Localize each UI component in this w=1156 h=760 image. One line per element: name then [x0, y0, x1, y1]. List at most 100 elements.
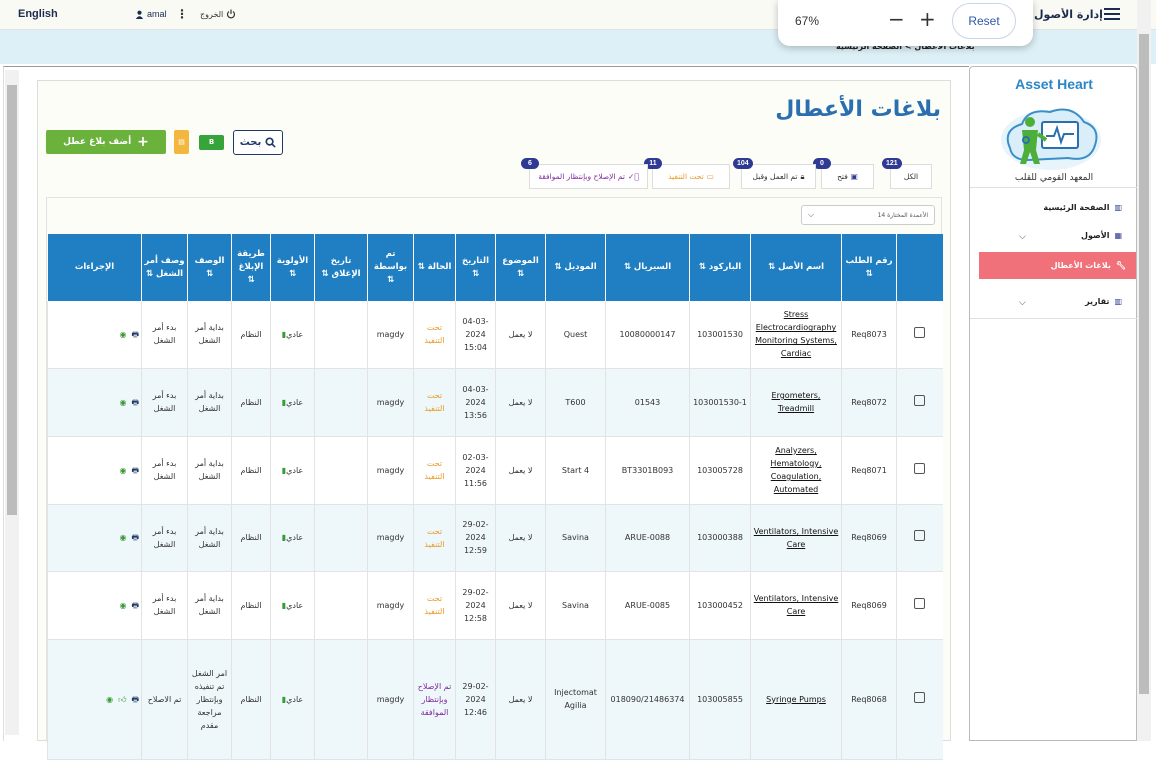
cell-close-date: [314, 436, 368, 505]
col-status[interactable]: الحالة ⇅: [413, 234, 456, 301]
cell-priority: عادي▮: [270, 368, 315, 437]
view-eye-icon[interactable]: ◉: [119, 396, 126, 409]
filter-done-label: تم العمل وقبل: [752, 172, 798, 181]
col-model[interactable]: الموديل ⇅: [545, 234, 606, 301]
cell-work-order-desc: تم الاصلاح: [141, 639, 188, 760]
language-toggle[interactable]: English: [18, 8, 58, 20]
table-row: Req8073 Stress Electrocardiography Monit…: [47, 301, 943, 369]
col-asset-name[interactable]: اسم الأصل ⇅: [750, 234, 842, 301]
search-icon: [265, 137, 276, 148]
cell-barcode: 103001530: [689, 301, 751, 369]
sidebar-item-label: الصفحة الرئيسية: [1043, 203, 1110, 212]
filter-done-accepted[interactable]: 104 تم العمل وقبل 🔒︎: [733, 158, 816, 189]
filter-all[interactable]: 121 الكل: [882, 158, 932, 189]
institute-name: المعهد القومي للقلب: [1014, 173, 1094, 183]
table-row: Req8068 Syringe Pumps 103005855 018090/2…: [47, 639, 943, 760]
export-pdf-button[interactable]: ▤: [174, 130, 189, 154]
col-subject[interactable]: الموضوع ⇅: [495, 234, 546, 301]
cell-subject: لا يعمل: [495, 436, 546, 505]
cell-created-by: magdy: [367, 436, 414, 505]
search-button[interactable]: بحث: [233, 130, 283, 155]
row-checkbox[interactable]: [896, 368, 943, 437]
filter-in-progress[interactable]: 11 تحت التنفيذ ▭: [644, 158, 730, 189]
cell-asset-link[interactable]: Analyzers, Hematology, Coagulation, Auto…: [750, 436, 842, 505]
chevron-down-icon[interactable]: ⌵: [1019, 298, 1026, 308]
view-eye-icon[interactable]: ◉: [106, 693, 113, 706]
brand-name: Asset Heart: [1015, 76, 1093, 92]
sidebar-item-assets[interactable]: الأصول ▦: [1081, 231, 1122, 240]
cell-asset-link[interactable]: Ventilators, Intensive Care: [750, 571, 842, 640]
approve-thumb-icon[interactable]: 👍︎: [118, 693, 126, 706]
col-description[interactable]: الوصف ⇅: [187, 234, 232, 301]
asset-heart-logo: [1001, 108, 1101, 170]
col-close-date[interactable]: تاريخ الإغلاق ⇅: [314, 234, 368, 301]
cell-priority: عادي▮: [270, 436, 315, 505]
filter-open-label: فتح: [837, 172, 848, 181]
print-icon[interactable]: 🖶︎: [131, 531, 139, 544]
row-checkbox[interactable]: [896, 639, 943, 760]
page-scrollbar[interactable]: [1137, 0, 1151, 741]
zoom-reset-button[interactable]: Reset: [952, 3, 1016, 39]
col-priority[interactable]: الأولوية ⇅: [270, 234, 315, 301]
view-eye-icon[interactable]: ◉: [119, 531, 126, 544]
cell-work-order-desc: بدء أمر الشغل: [141, 504, 188, 572]
cell-date: 29-02-2024 12:58: [455, 571, 496, 640]
sidebar-item-reports[interactable]: تقارير ▥: [1085, 297, 1122, 306]
view-eye-icon[interactable]: ◉: [119, 328, 126, 341]
zoom-out-button[interactable]: −: [888, 9, 905, 29]
row-checkbox[interactable]: [896, 571, 943, 640]
col-created-by[interactable]: تم بواسطة ⇅: [367, 234, 414, 301]
cell-report-method: النظام: [231, 436, 271, 505]
user-menu[interactable]: amal: [135, 9, 167, 19]
print-icon[interactable]: 🖶︎: [131, 599, 139, 612]
cell-status: تحت التنفيذ: [413, 368, 456, 437]
cell-asset-link[interactable]: Syringe Pumps: [750, 639, 842, 760]
cell-model: Injectomat Agilia: [545, 639, 606, 760]
page-scrollbar-thumb[interactable]: [1139, 34, 1149, 694]
cell-actions: 🖶︎ ◉: [47, 368, 142, 437]
export-excel-button[interactable]: B: [199, 135, 224, 150]
cell-asset-link[interactable]: Ergometers, Treadmill: [750, 368, 842, 437]
building-icon: ▦: [1114, 231, 1122, 240]
more-vert-icon[interactable]: ⋮: [176, 7, 188, 21]
print-icon[interactable]: 🖶︎: [131, 693, 139, 706]
column-selector[interactable]: ⌵ 14 الأعمدة المختارة: [801, 205, 935, 225]
table-container: ⌵ 14 الأعمدة المختارة رقم الطلب ⇅ اسم ال…: [46, 197, 943, 760]
col-request-no[interactable]: رقم الطلب ⇅: [841, 234, 897, 301]
view-eye-icon[interactable]: ◉: [119, 464, 126, 477]
user-name: amal: [147, 9, 167, 19]
sidebar-item-home[interactable]: الصفحة الرئيسية ▥: [1043, 203, 1122, 212]
cell-model: Quest: [545, 301, 606, 369]
cell-asset-link[interactable]: Stress Electrocardiography Monitoring Sy…: [750, 301, 842, 369]
cell-close-date: [314, 368, 368, 437]
row-checkbox[interactable]: [896, 301, 943, 369]
filter-repaired-pending[interactable]: 6 تم الإصلاح وبإنتظار الموافقة ✓⃝: [521, 158, 648, 189]
filter-repaired-count: 6: [521, 158, 539, 169]
cell-description: بداية أمر الشغل: [187, 368, 232, 437]
sidebar-divider: [970, 318, 1138, 319]
col-serial[interactable]: السيريال ⇅: [605, 234, 690, 301]
row-checkbox[interactable]: [896, 436, 943, 505]
col-report-method[interactable]: طريقة الإبلاغ ⇅: [231, 234, 271, 301]
zoom-in-button[interactable]: +: [919, 9, 936, 29]
fault-reports-table: رقم الطلب ⇅ اسم الأصل ⇅ الباركود ⇅ السير…: [47, 234, 943, 760]
col-work-order-desc[interactable]: وصف أمر الشغل ⇅: [141, 234, 188, 301]
print-icon[interactable]: 🖶︎: [131, 396, 139, 409]
cell-barcode: 103000452: [689, 571, 751, 640]
logout-button[interactable]: الخروج: [200, 9, 236, 19]
content-scrollbar[interactable]: [5, 70, 19, 735]
col-date[interactable]: التاريخ ⇅: [455, 234, 496, 301]
add-fault-report-button[interactable]: أضف بلاغ عطل +: [46, 130, 166, 154]
view-eye-icon[interactable]: ◉: [119, 599, 126, 612]
cell-serial: 01543: [605, 368, 690, 437]
chevron-down-icon[interactable]: ⌵: [1019, 232, 1026, 242]
hamburger-menu-icon[interactable]: [1104, 8, 1120, 22]
cell-asset-link[interactable]: Ventilators, Intensive Care: [750, 504, 842, 572]
filter-open[interactable]: 0 فتح ▣: [813, 158, 874, 189]
col-barcode[interactable]: الباركود ⇅: [689, 234, 751, 301]
print-icon[interactable]: 🖶︎: [131, 464, 139, 477]
sidebar-item-fault-reports[interactable]: بلاغات الأعطال 🔧︎: [979, 252, 1136, 279]
content-scrollbar-thumb[interactable]: [7, 85, 17, 515]
row-checkbox[interactable]: [896, 504, 943, 572]
print-icon[interactable]: 🖶︎: [131, 328, 139, 341]
